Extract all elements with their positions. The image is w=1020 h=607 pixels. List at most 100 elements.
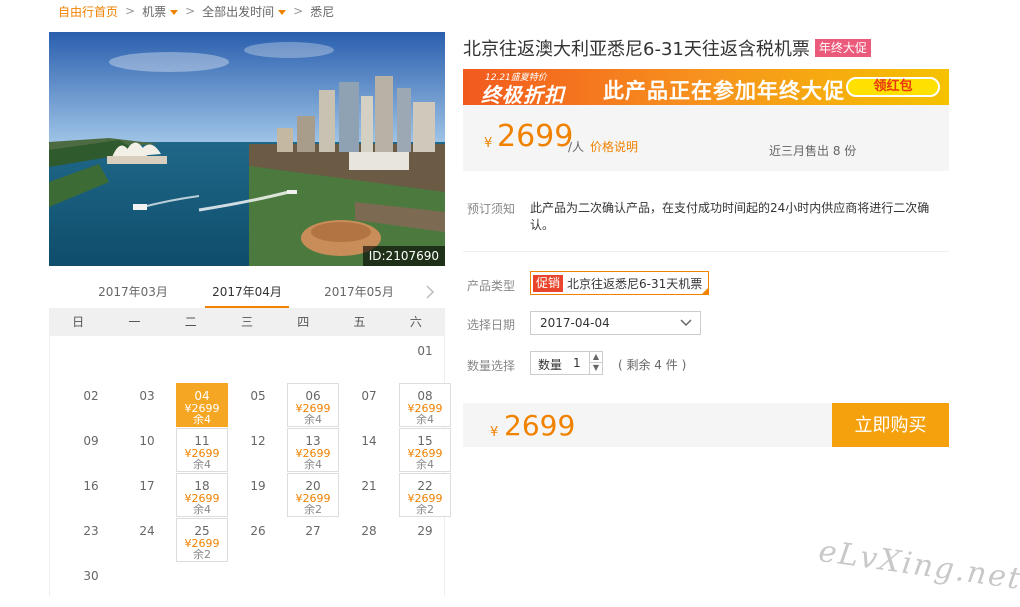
day-remaining: 余4 xyxy=(193,458,211,471)
date-label: 选择日期 xyxy=(467,318,516,332)
calendar-day-18[interactable]: 18 ¥2699 余4 xyxy=(176,473,228,517)
calendar-day-10: 10 xyxy=(121,428,173,472)
product-type-name: 北京往返悉尼6-31天机票 xyxy=(567,276,703,291)
booking-notice-label: 预订须知 xyxy=(467,202,516,216)
product-photo: ID:2107690 xyxy=(49,32,445,266)
price-currency: ¥ xyxy=(484,136,493,151)
calendar-day-20[interactable]: 20 ¥2699 余2 xyxy=(287,473,339,517)
day-remaining: 余2 xyxy=(304,503,322,516)
buy-now-button[interactable]: 立即购买 xyxy=(832,403,949,447)
tab-month-2017-03[interactable]: 2017年03月 xyxy=(91,278,175,308)
breadcrumb-flights[interactable]: 机票 xyxy=(142,3,179,20)
price-amount: 2699 xyxy=(497,119,574,154)
price-note-link[interactable]: 价格说明 xyxy=(590,138,638,155)
day-number: 30 xyxy=(83,569,99,583)
divider xyxy=(463,251,949,252)
breadcrumb-sydney: 悉尼 xyxy=(310,4,335,19)
day-remaining: 余4 xyxy=(304,458,322,471)
watermark-logo: eLvXing.net xyxy=(816,533,1020,598)
quantity-decrease-button[interactable]: ▼ xyxy=(590,363,602,374)
calendar-day-03: 03 xyxy=(121,383,173,427)
remaining-stock: ( 剩余 4 件 ) xyxy=(618,358,687,372)
calendar-day-24: 24 xyxy=(121,518,173,562)
calendar-day-11[interactable]: 11 ¥2699 余4 xyxy=(176,428,228,472)
day-number: 11 xyxy=(194,434,210,448)
breadcrumb-departure-time[interactable]: 全部出发时间 xyxy=(202,3,287,20)
day-number: 19 xyxy=(250,479,266,493)
price-calendar: 日 一 二 三 四 五 六 01 02 03 04 ¥2699 余4 05 06 ¥2699 余4… xyxy=(49,308,451,596)
day-number: 18 xyxy=(194,479,210,493)
weekday-label: 一 xyxy=(128,315,141,329)
day-remaining: 余2 xyxy=(193,548,211,561)
quantity-increase-button[interactable]: ▲ xyxy=(590,352,602,363)
tab-month-2017-04[interactable]: 2017年04月 xyxy=(205,278,289,308)
weekday-label: 三 xyxy=(240,315,253,329)
calendar-day-27: 27 xyxy=(287,518,339,562)
breadcrumb-separator: > xyxy=(185,4,196,18)
quantity-buttons: ▲ ▼ xyxy=(589,352,602,374)
weekday-label: 二 xyxy=(184,315,197,329)
calendar-day-05: 05 xyxy=(232,383,284,427)
calendar-day-25[interactable]: 25 ¥2699 余2 xyxy=(176,518,228,562)
day-number: 14 xyxy=(361,434,377,448)
banner-main-text: 终极折扣 xyxy=(481,83,565,105)
calendar-day-14: 14 xyxy=(343,428,395,472)
quantity-label: 数量选择 xyxy=(467,359,516,373)
weekday-label: 四 xyxy=(297,315,310,329)
product-title: 北京往返澳大利亚悉尼6-31天往返含税机票 xyxy=(463,39,810,60)
tab-month-2017-05[interactable]: 2017年05月 xyxy=(317,278,401,308)
calendar-day-04[interactable]: 04 ¥2699 余4 xyxy=(176,383,228,427)
calendar-day-21: 21 xyxy=(343,473,395,517)
day-number: 15 xyxy=(417,434,433,448)
day-remaining: 余4 xyxy=(193,503,211,516)
day-number: 09 xyxy=(83,434,99,448)
calendar-day-23: 23 xyxy=(65,518,117,562)
date-select[interactable]: 2017-04-04 xyxy=(530,311,701,335)
day-number: 17 xyxy=(139,479,155,493)
booking-notice-text: 此产品为二次确认产品，在支付成功时间起的24小时内供应商将进行二次确认。 xyxy=(530,201,930,232)
day-remaining: 余2 xyxy=(416,503,434,516)
breadcrumb-separator: > xyxy=(293,4,304,18)
calendar-day-19: 19 xyxy=(232,473,284,517)
promo-badge: 促销 xyxy=(533,274,564,292)
calendar-day-30: 30 xyxy=(65,563,117,607)
day-number: 12 xyxy=(250,434,266,448)
breadcrumb-home-link[interactable]: 自由行首页 xyxy=(58,3,118,20)
day-number: 03 xyxy=(139,389,155,403)
total-amount: 2699 xyxy=(504,409,576,442)
day-number: 25 xyxy=(194,524,210,538)
price-unit: /人 xyxy=(568,140,585,154)
calendar-day-22[interactable]: 22 ¥2699 余2 xyxy=(399,473,451,517)
promo-banner[interactable]: 12.21盛夏特价 终极折扣 此产品正在参加年终大促 领红包 xyxy=(463,69,949,105)
calendar-day-15[interactable]: 15 ¥2699 余4 xyxy=(399,428,451,472)
product-type-label: 产品类型 xyxy=(467,279,516,293)
chevron-right-icon[interactable] xyxy=(425,285,435,299)
day-number: 10 xyxy=(139,434,155,448)
calendar-day-07: 07 xyxy=(343,383,395,427)
sold-count: 近三月售出 8 份 xyxy=(769,144,857,158)
day-remaining: 余4 xyxy=(304,413,322,426)
product-title-row: 北京往返澳大利亚悉尼6-31天往返含税机票 年终大促 xyxy=(463,35,871,61)
quantity-stepper[interactable]: 数量 1 ▲ ▼ xyxy=(530,351,603,375)
red-packet-button[interactable]: 领红包 xyxy=(846,77,940,97)
calendar-day-06[interactable]: 06 ¥2699 余4 xyxy=(287,383,339,427)
banner-text: 此产品正在参加年终大促 xyxy=(603,79,845,103)
day-number: 16 xyxy=(83,479,99,493)
calendar-day-13[interactable]: 13 ¥2699 余4 xyxy=(287,428,339,472)
quantity-value[interactable]: 1 xyxy=(573,356,581,370)
calendar-day-29: 29 xyxy=(399,518,451,562)
day-remaining: 余4 xyxy=(416,413,434,426)
weekday-label: 日 xyxy=(72,315,85,329)
product-type-option[interactable]: 促销 北京往返悉尼6-31天机票 xyxy=(530,271,710,295)
day-number: 24 xyxy=(139,524,155,538)
calendar-day-16: 16 xyxy=(65,473,117,517)
calendar-day-09: 09 xyxy=(65,428,117,472)
calendar-day-28: 28 xyxy=(343,518,395,562)
calendar-day-08[interactable]: 08 ¥2699 余4 xyxy=(399,383,451,427)
day-number: 26 xyxy=(250,524,266,538)
weekday-label: 六 xyxy=(409,315,422,329)
calendar-day-17: 17 xyxy=(121,473,173,517)
day-number: 13 xyxy=(305,434,321,448)
day-remaining: 余4 xyxy=(416,458,434,471)
day-number: 20 xyxy=(305,479,321,493)
